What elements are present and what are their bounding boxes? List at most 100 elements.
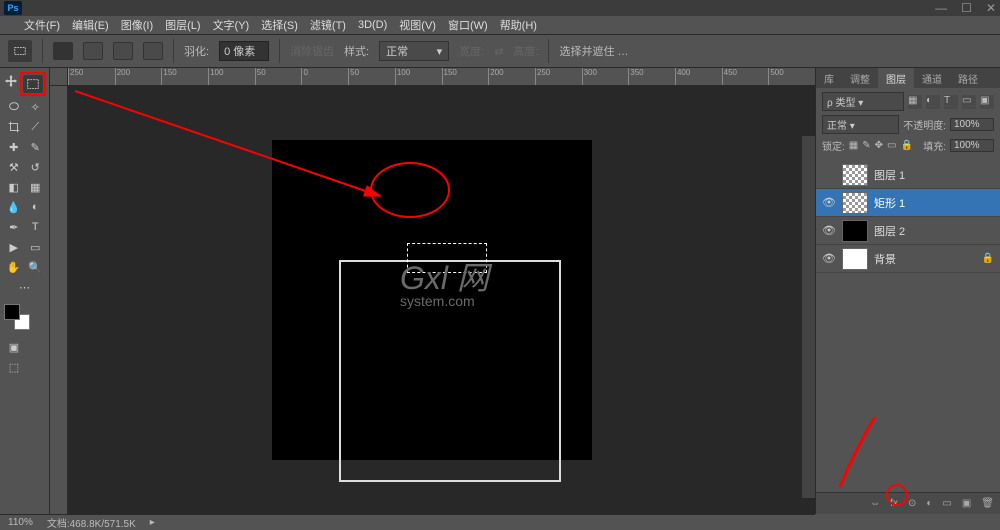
menu-image[interactable]: 图像(I) — [121, 17, 153, 33]
marquee-tool[interactable] — [23, 75, 43, 93]
brush-tool[interactable]: ✎ — [26, 138, 46, 156]
minimize-button[interactable]: — — [935, 1, 947, 15]
magic-wand-tool[interactable]: ✧ — [26, 98, 46, 116]
layer-name[interactable]: 图层 2 — [874, 223, 905, 239]
gradient-tool[interactable]: ▦ — [26, 178, 46, 196]
filter-adjust-icon[interactable]: ◐ — [926, 95, 940, 109]
menu-layer[interactable]: 图层(L) — [165, 17, 200, 33]
foreground-color[interactable] — [4, 304, 20, 320]
filter-pixel-icon[interactable]: ▦ — [908, 95, 922, 109]
lock-all-icon[interactable]: 🔒 — [900, 140, 912, 151]
link-layers-icon[interactable]: ⇔ — [870, 498, 880, 509]
tab-channels[interactable]: 通道 — [914, 68, 950, 88]
menu-view[interactable]: 视图(V) — [399, 17, 436, 33]
lock-transparency-icon[interactable]: ▦ — [849, 140, 858, 151]
lock-artboard-icon[interactable]: ▭ — [887, 140, 896, 151]
screenmode-tool[interactable]: ⬚ — [4, 358, 24, 376]
layer-row[interactable]: 👁 背景 🔒 — [816, 245, 1000, 273]
adjustment-layer-icon[interactable]: ◐ — [926, 498, 932, 509]
tab-paths[interactable]: 路径 — [950, 68, 986, 88]
layer-group-icon[interactable]: ▭ — [942, 498, 951, 509]
menu-select[interactable]: 选择(S) — [261, 17, 298, 33]
type-tool[interactable]: T — [26, 218, 46, 236]
ruler-vertical[interactable] — [50, 86, 68, 514]
layer-name[interactable]: 图层 1 — [874, 167, 905, 183]
zoom-tool[interactable]: 🔍 — [26, 258, 46, 276]
layer-row[interactable]: 👁 图层 2 — [816, 217, 1000, 245]
layer-name[interactable]: 矩形 1 — [874, 195, 905, 211]
layer-fx-icon[interactable]: fx — [890, 498, 898, 509]
filter-smart-icon[interactable]: ▣ — [980, 95, 994, 109]
layer-thumb[interactable] — [842, 248, 868, 270]
visibility-toggle[interactable] — [822, 168, 836, 182]
layer-thumb[interactable] — [842, 192, 868, 214]
selection-intersect-icon[interactable] — [143, 42, 163, 60]
tab-adjustments[interactable]: 调整 — [842, 68, 878, 88]
layer-name[interactable]: 背景 — [874, 251, 896, 267]
dodge-tool[interactable]: ◐ — [26, 198, 46, 216]
ruler-horizontal[interactable]: 250 200 150 100 50 0 50 100 150 200 250 … — [68, 68, 815, 86]
selection-add-icon[interactable] — [83, 42, 103, 60]
filter-type-icon[interactable]: T — [944, 95, 958, 109]
maximize-button[interactable]: ☐ — [961, 1, 972, 15]
visibility-toggle[interactable]: 👁 — [822, 224, 836, 238]
menu-window[interactable]: 窗口(W) — [448, 17, 488, 33]
tab-library[interactable]: 库 — [816, 68, 842, 88]
selection-subtract-icon[interactable] — [113, 42, 133, 60]
feather-input[interactable]: 0 像素 — [219, 41, 269, 61]
layer-thumb[interactable] — [842, 164, 868, 186]
history-brush-tool[interactable]: ↺ — [26, 158, 46, 176]
shape-tool[interactable]: ▭ — [26, 238, 46, 256]
filter-shape-icon[interactable]: ▭ — [962, 95, 976, 109]
blend-mode-select[interactable]: 正常 ▾ — [822, 115, 899, 134]
edit-toolbar-icon[interactable]: ⋯ — [4, 278, 45, 296]
menu-edit[interactable]: 编辑(E) — [72, 17, 109, 33]
refine-edge-button[interactable]: 选择并遮住 … — [559, 43, 628, 59]
layer-row[interactable]: 图层 1 — [816, 161, 1000, 189]
clone-stamp-tool[interactable]: ⚒ — [4, 158, 24, 176]
hand-tool[interactable]: ✋ — [4, 258, 24, 276]
visibility-toggle[interactable]: 👁 — [822, 196, 836, 210]
visibility-toggle[interactable]: 👁 — [822, 252, 836, 266]
ruler-origin[interactable] — [50, 68, 68, 86]
color-swatches[interactable] — [4, 304, 30, 330]
menu-filter[interactable]: 滤镜(T) — [310, 17, 346, 33]
delete-layer-icon[interactable]: 🗑 — [981, 498, 994, 509]
tab-layers[interactable]: 图层 — [878, 68, 914, 88]
document-size[interactable]: 文档:468.8K/571.5K — [47, 515, 136, 530]
close-button[interactable]: ✕ — [986, 1, 996, 15]
lasso-tool[interactable] — [4, 98, 24, 116]
pen-tool[interactable]: ✒ — [4, 218, 24, 236]
blur-tool[interactable]: 💧 — [4, 198, 24, 216]
layer-row[interactable]: 👁 矩形 1 — [816, 189, 1000, 217]
lock-pixels-icon[interactable]: ✎ — [862, 140, 870, 151]
tool-preset-icon[interactable] — [8, 40, 32, 62]
opacity-input[interactable]: 100% — [950, 118, 994, 131]
menu-type[interactable]: 文字(Y) — [213, 17, 250, 33]
zoom-level[interactable]: 110% — [8, 517, 33, 528]
status-chevron-icon[interactable]: ▸ — [150, 517, 155, 528]
layer-thumb[interactable] — [842, 220, 868, 242]
collapsed-panel-strip[interactable] — [801, 136, 815, 498]
canvas-document[interactable] — [272, 140, 592, 460]
eyedropper-tool[interactable]: ⟋ — [26, 118, 46, 136]
ruler-tick: 200 — [488, 68, 535, 85]
canvas-area[interactable]: 250 200 150 100 50 0 50 100 150 200 250 … — [50, 68, 815, 514]
lock-position-icon[interactable]: ✥ — [875, 140, 883, 151]
fill-input[interactable]: 100% — [950, 139, 994, 152]
healing-brush-tool[interactable]: ✚ — [4, 138, 24, 156]
menu-file[interactable]: 文件(F) — [24, 17, 60, 33]
menu-3d[interactable]: 3D(D) — [358, 19, 387, 31]
crop-tool[interactable] — [4, 118, 24, 136]
path-select-tool[interactable]: ▶ — [4, 238, 24, 256]
layer-filter-select[interactable]: ρ 类型 ▾ — [822, 92, 904, 111]
selection-new-icon[interactable] — [53, 42, 73, 60]
quickmask-tool[interactable]: ▣ — [4, 338, 24, 356]
menu-help[interactable]: 帮助(H) — [500, 17, 537, 33]
style-select[interactable]: 正常▾ — [379, 41, 449, 61]
new-layer-icon[interactable]: ▣ — [962, 498, 971, 509]
layer-mask-icon[interactable]: ⊙ — [908, 498, 916, 509]
move-tool[interactable] — [4, 72, 18, 90]
eraser-tool[interactable]: ◧ — [4, 178, 24, 196]
layers-options: ρ 类型 ▾ ▦ ◐ T ▭ ▣ 正常 ▾ 不透明度: 100% 锁定: ▦ ✎… — [816, 88, 1000, 161]
